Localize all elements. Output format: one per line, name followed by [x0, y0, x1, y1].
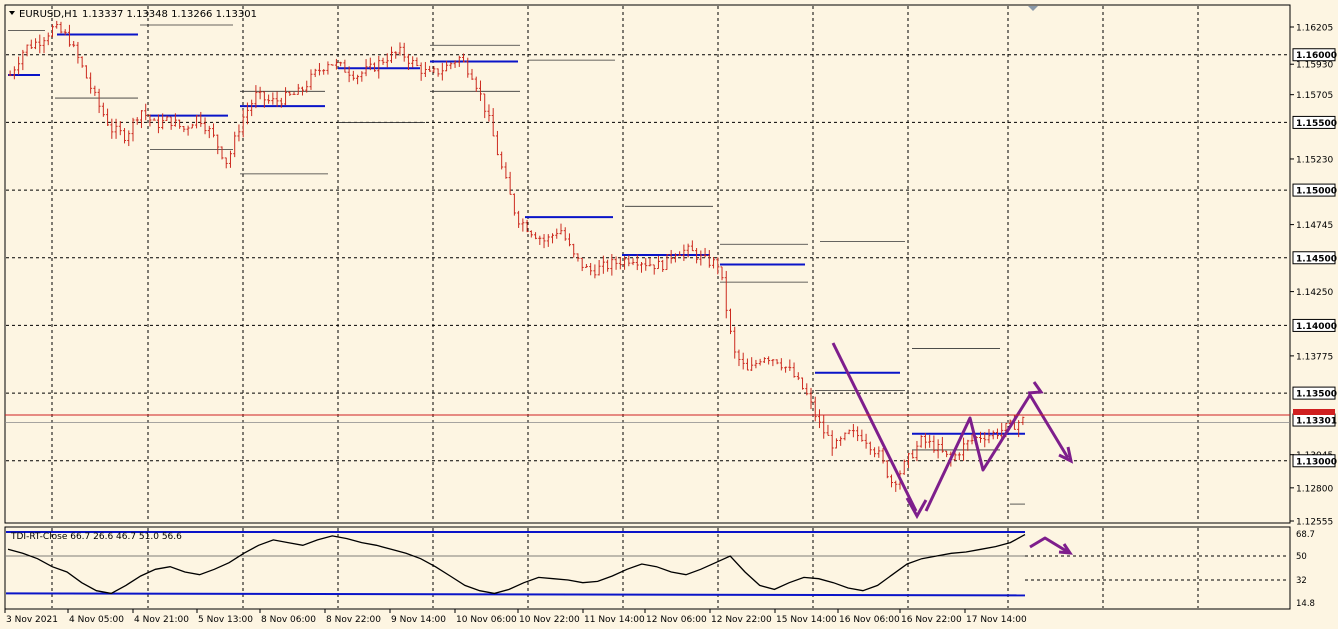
time-tick-label: 16 Nov 22:00 [901, 615, 962, 625]
price-tick-label: 1.15705 [1296, 91, 1333, 101]
time-tick-label: 15 Nov 14:00 [776, 615, 837, 625]
price-tick-label: 1.14745 [1296, 221, 1333, 231]
chart-canvas: 1.16205 1.15930 1.15705 1.15230 1.14745 1.142… [0, 0, 1338, 629]
price-level-label: 1.15000 [1296, 187, 1337, 197]
price-tick-label: 1.16205 [1296, 24, 1333, 34]
price-tick-label: 1.15930 [1296, 61, 1333, 71]
price-level-label: 1.13000 [1296, 457, 1337, 467]
price-level-label: 1.14000 [1296, 322, 1337, 332]
time-tick-label: 8 Nov 22:00 [326, 615, 381, 625]
time-tick-label: 4 Nov 21:00 [134, 615, 189, 625]
price-tick-label: 1.12555 [1296, 518, 1333, 528]
chart-ohlc: 1.13337 1.13348 1.13266 1.13301 [82, 9, 257, 20]
price-level-label: 1.15500 [1296, 119, 1337, 129]
price-level-label: 1.14500 [1296, 254, 1337, 264]
time-tick-label: 12 Nov 06:00 [646, 615, 707, 625]
indicator-tick-label: 32 [1296, 576, 1307, 586]
time-tick-label: 17 Nov 14:00 [966, 615, 1027, 625]
indicator-label: TDI-RT-Close 66.7 26.6 46.7 51.0 56.6 [10, 532, 182, 542]
time-tick-label: 10 Nov 06:00 [456, 615, 517, 625]
time-tick-label: 12 Nov 22:00 [711, 615, 772, 625]
time-tick-label: 10 Nov 22:00 [519, 615, 580, 625]
indicator-tick-label: 14.8 [1296, 599, 1315, 609]
chart-symbol: EURUSD,H1 [19, 9, 78, 20]
time-tick-label: 3 Nov 2021 [6, 615, 58, 625]
price-tick-label: 1.14250 [1296, 288, 1333, 298]
time-tick-label: 11 Nov 14:00 [584, 615, 645, 625]
time-tick-label: 4 Nov 05:00 [69, 615, 124, 625]
price-tick-label: 1.12800 [1296, 484, 1333, 494]
time-tick-label: 8 Nov 06:00 [261, 615, 316, 625]
chart-background [0, 0, 1338, 629]
indicator-tick-label: 50 [1296, 552, 1307, 562]
time-tick-label: 16 Nov 06:00 [839, 615, 900, 625]
time-tick-label: 9 Nov 14:00 [391, 615, 446, 625]
indicator-tick-label: 68.7 [1296, 530, 1315, 540]
price-level-label: 1.13500 [1296, 390, 1337, 400]
price-level-label: 1.16000 [1296, 51, 1337, 61]
price-tick-label: 1.15230 [1296, 155, 1333, 165]
price-tick-label: 1.13775 [1296, 352, 1333, 362]
current-price-marker [1293, 409, 1335, 415]
time-tick-label: 5 Nov 13:00 [198, 615, 253, 625]
price-level-label: 1.13301 [1296, 417, 1337, 427]
